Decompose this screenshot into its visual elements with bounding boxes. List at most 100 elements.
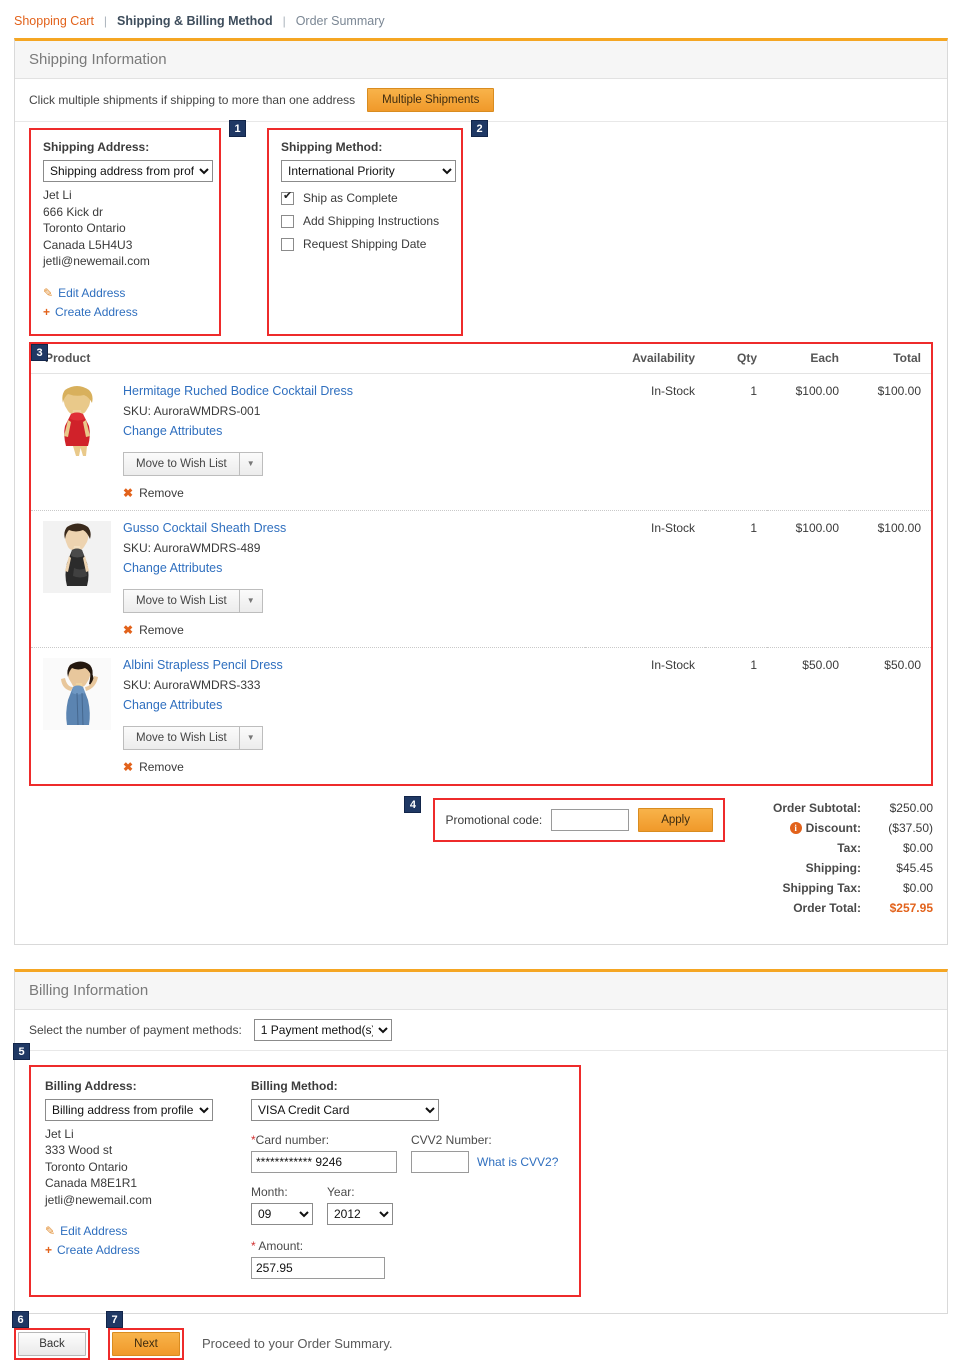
create-address-row[interactable]: + Create Address	[45, 1241, 223, 1260]
move-to-wish-list-label[interactable]: Move to Wish List	[123, 726, 240, 750]
what-is-cvv2-link[interactable]: What is CVV2?	[477, 1155, 558, 1169]
payment-count-label: Select the number of payment methods:	[29, 1023, 242, 1037]
multiple-shipments-button[interactable]: Multiple Shipments	[367, 88, 494, 112]
pencil-icon: ✎	[45, 1224, 55, 1238]
billing-panel-header: Billing Information	[15, 972, 947, 1010]
edit-address-link[interactable]: Edit Address	[60, 1224, 127, 1238]
edit-address-link[interactable]: Edit Address	[58, 286, 125, 300]
total-line-shipping: Shipping: $45.45	[753, 858, 933, 878]
billing-method-select[interactable]: VISA Credit Card	[251, 1099, 439, 1121]
denim-dress-thumbnail[interactable]	[43, 658, 111, 730]
create-address-link[interactable]: Create Address	[57, 1243, 140, 1257]
edit-address-row[interactable]: ✎ Edit Address	[45, 1222, 223, 1241]
column-header-qty: Qty	[705, 344, 767, 374]
remove-item-button[interactable]: ✖Remove	[123, 760, 283, 774]
change-attributes-link[interactable]: Change Attributes	[123, 698, 222, 712]
chevron-down-icon[interactable]: ▼	[240, 452, 263, 476]
shipping-method-label: Shipping Method:	[281, 140, 449, 154]
apply-promo-button[interactable]: Apply	[638, 808, 713, 832]
required-asterisk: *	[251, 1239, 256, 1253]
red-dress-thumbnail[interactable]	[43, 384, 111, 456]
edit-address-row[interactable]: ✎Edit Address	[43, 284, 207, 303]
card-and-cvv-row: *Card number: CVV2 Number: What is CVV2?	[251, 1133, 565, 1173]
remove-item-button[interactable]: ✖ Remove	[123, 486, 353, 500]
ship-as-complete-checkbox[interactable]	[281, 192, 294, 205]
remove-label: Remove	[139, 623, 184, 637]
move-to-wish-list-label[interactable]: Move to Wish List	[123, 589, 240, 613]
ship-as-complete-row[interactable]: Ship as Complete	[281, 191, 449, 205]
close-icon: ✖	[123, 623, 133, 637]
billing-address-select[interactable]: Billing address from profile	[45, 1099, 213, 1121]
year-field-group: Year: 2012	[327, 1185, 393, 1225]
address-email: jetli@newemail.com	[43, 253, 207, 270]
move-to-wish-list-button[interactable]: Move to Wish List ▼	[123, 452, 263, 476]
address-line: Jet Li	[45, 1126, 223, 1143]
shipping-address-select[interactable]: Shipping address from profile	[43, 160, 213, 182]
cart-item-total: $100.00	[849, 510, 931, 647]
add-shipping-instructions-row[interactable]: Add Shipping Instructions	[281, 214, 449, 228]
change-attributes-link[interactable]: Change Attributes	[123, 424, 222, 438]
table-row: Hermitage Ruched Bodice Cocktail Dress S…	[31, 373, 931, 510]
billing-address-lines: Jet Li 333 Wood st Toronto Ontario Canad…	[45, 1126, 223, 1209]
address-line: Toronto Ontario	[43, 220, 207, 237]
remove-item-button[interactable]: ✖ Remove	[123, 623, 286, 637]
promotional-code-input[interactable]	[551, 809, 629, 831]
back-button[interactable]: Back	[18, 1332, 86, 1356]
annotation-badge-4: 4	[404, 796, 421, 813]
expiry-month-select[interactable]: 09	[251, 1203, 313, 1225]
payment-method-count-select[interactable]: 1 Payment method(s)	[254, 1019, 392, 1041]
month-label: Month:	[251, 1185, 313, 1199]
change-attributes-link[interactable]: Change Attributes	[123, 561, 222, 575]
request-shipping-date-checkbox[interactable]	[281, 238, 294, 251]
remove-label: Remove	[139, 486, 184, 500]
shipping-method-select[interactable]: International Priority	[281, 160, 456, 182]
product-name-link[interactable]: Gusso Cocktail Sheath Dress	[123, 521, 286, 535]
total-line-shipping-tax: Shipping Tax: $0.00	[753, 878, 933, 898]
move-to-wish-list-button[interactable]: Move to Wish List ▼	[123, 589, 263, 613]
product-name-link[interactable]: Hermitage Ruched Bodice Cocktail Dress	[123, 384, 353, 398]
total-line-subtotal: Order Subtotal: $250.00	[753, 798, 933, 818]
product-sku: SKU: AuroraWMDRS-001	[123, 404, 353, 418]
amount-label: * Amount:	[251, 1239, 565, 1253]
annotation-badge-1: 1	[229, 120, 246, 137]
card-number-field-group: *Card number:	[251, 1133, 397, 1173]
back-button-box: 6 Back	[14, 1328, 90, 1360]
move-to-wish-list-button[interactable]: Move to Wish List ▼	[123, 726, 263, 750]
close-icon: ✖	[123, 486, 133, 500]
shipping-panel-title: Shipping Information	[29, 51, 933, 68]
shipping-address-lines: Jet Li 666 Kick dr Toronto Ontario Canad…	[43, 187, 207, 270]
create-address-row[interactable]: +Create Address	[43, 303, 207, 322]
cvv-input[interactable]	[411, 1151, 469, 1173]
cart-item-availability: In-Stock	[585, 510, 705, 647]
breadcrumb-item-order-summary[interactable]: Order Summary	[296, 14, 385, 28]
shipping-panel-header: Shipping Information	[15, 41, 947, 79]
breadcrumb-item-shipping-billing[interactable]: Shipping & Billing Method	[117, 14, 273, 28]
table-row: Albini Strapless Pencil Dress SKU: Auror…	[31, 647, 931, 784]
order-total-value: $257.95	[861, 898, 933, 918]
breadcrumb-item-shopping-cart[interactable]: Shopping Cart	[14, 14, 94, 28]
chevron-down-icon[interactable]: ▼	[240, 589, 263, 613]
amount-input[interactable]	[251, 1257, 385, 1279]
info-icon[interactable]: i	[790, 822, 802, 834]
next-button[interactable]: Next	[112, 1332, 180, 1356]
expiry-year-select[interactable]: 2012	[327, 1203, 393, 1225]
breadcrumb-separator: |	[273, 14, 296, 28]
plus-icon: +	[45, 1243, 52, 1257]
chevron-down-icon[interactable]: ▼	[240, 726, 263, 750]
billing-information-panel: Billing Information Select the number of…	[14, 969, 948, 1314]
request-shipping-date-row[interactable]: Request Shipping Date	[281, 237, 449, 251]
move-to-wish-list-label[interactable]: Move to Wish List	[123, 452, 240, 476]
black-dress-thumbnail[interactable]	[43, 521, 111, 593]
add-shipping-instructions-checkbox[interactable]	[281, 215, 294, 228]
product-name-link[interactable]: Albini Strapless Pencil Dress	[123, 658, 283, 672]
card-number-input[interactable]	[251, 1151, 397, 1173]
add-shipping-instructions-label: Add Shipping Instructions	[303, 214, 439, 228]
tax-value: $0.00	[861, 838, 933, 858]
cart-item-each: $100.00	[767, 510, 849, 647]
cart-item-qty: 1	[705, 510, 767, 647]
total-line-discount: iDiscount: ($37.50)	[753, 818, 933, 838]
shipping-address-block: 1 Shipping Address: Shipping address fro…	[29, 128, 221, 336]
create-address-link[interactable]: Create Address	[55, 305, 138, 319]
multiple-shipments-note: Click multiple shipments if shipping to …	[29, 93, 355, 107]
product-sku: SKU: AuroraWMDRS-333	[123, 678, 283, 692]
